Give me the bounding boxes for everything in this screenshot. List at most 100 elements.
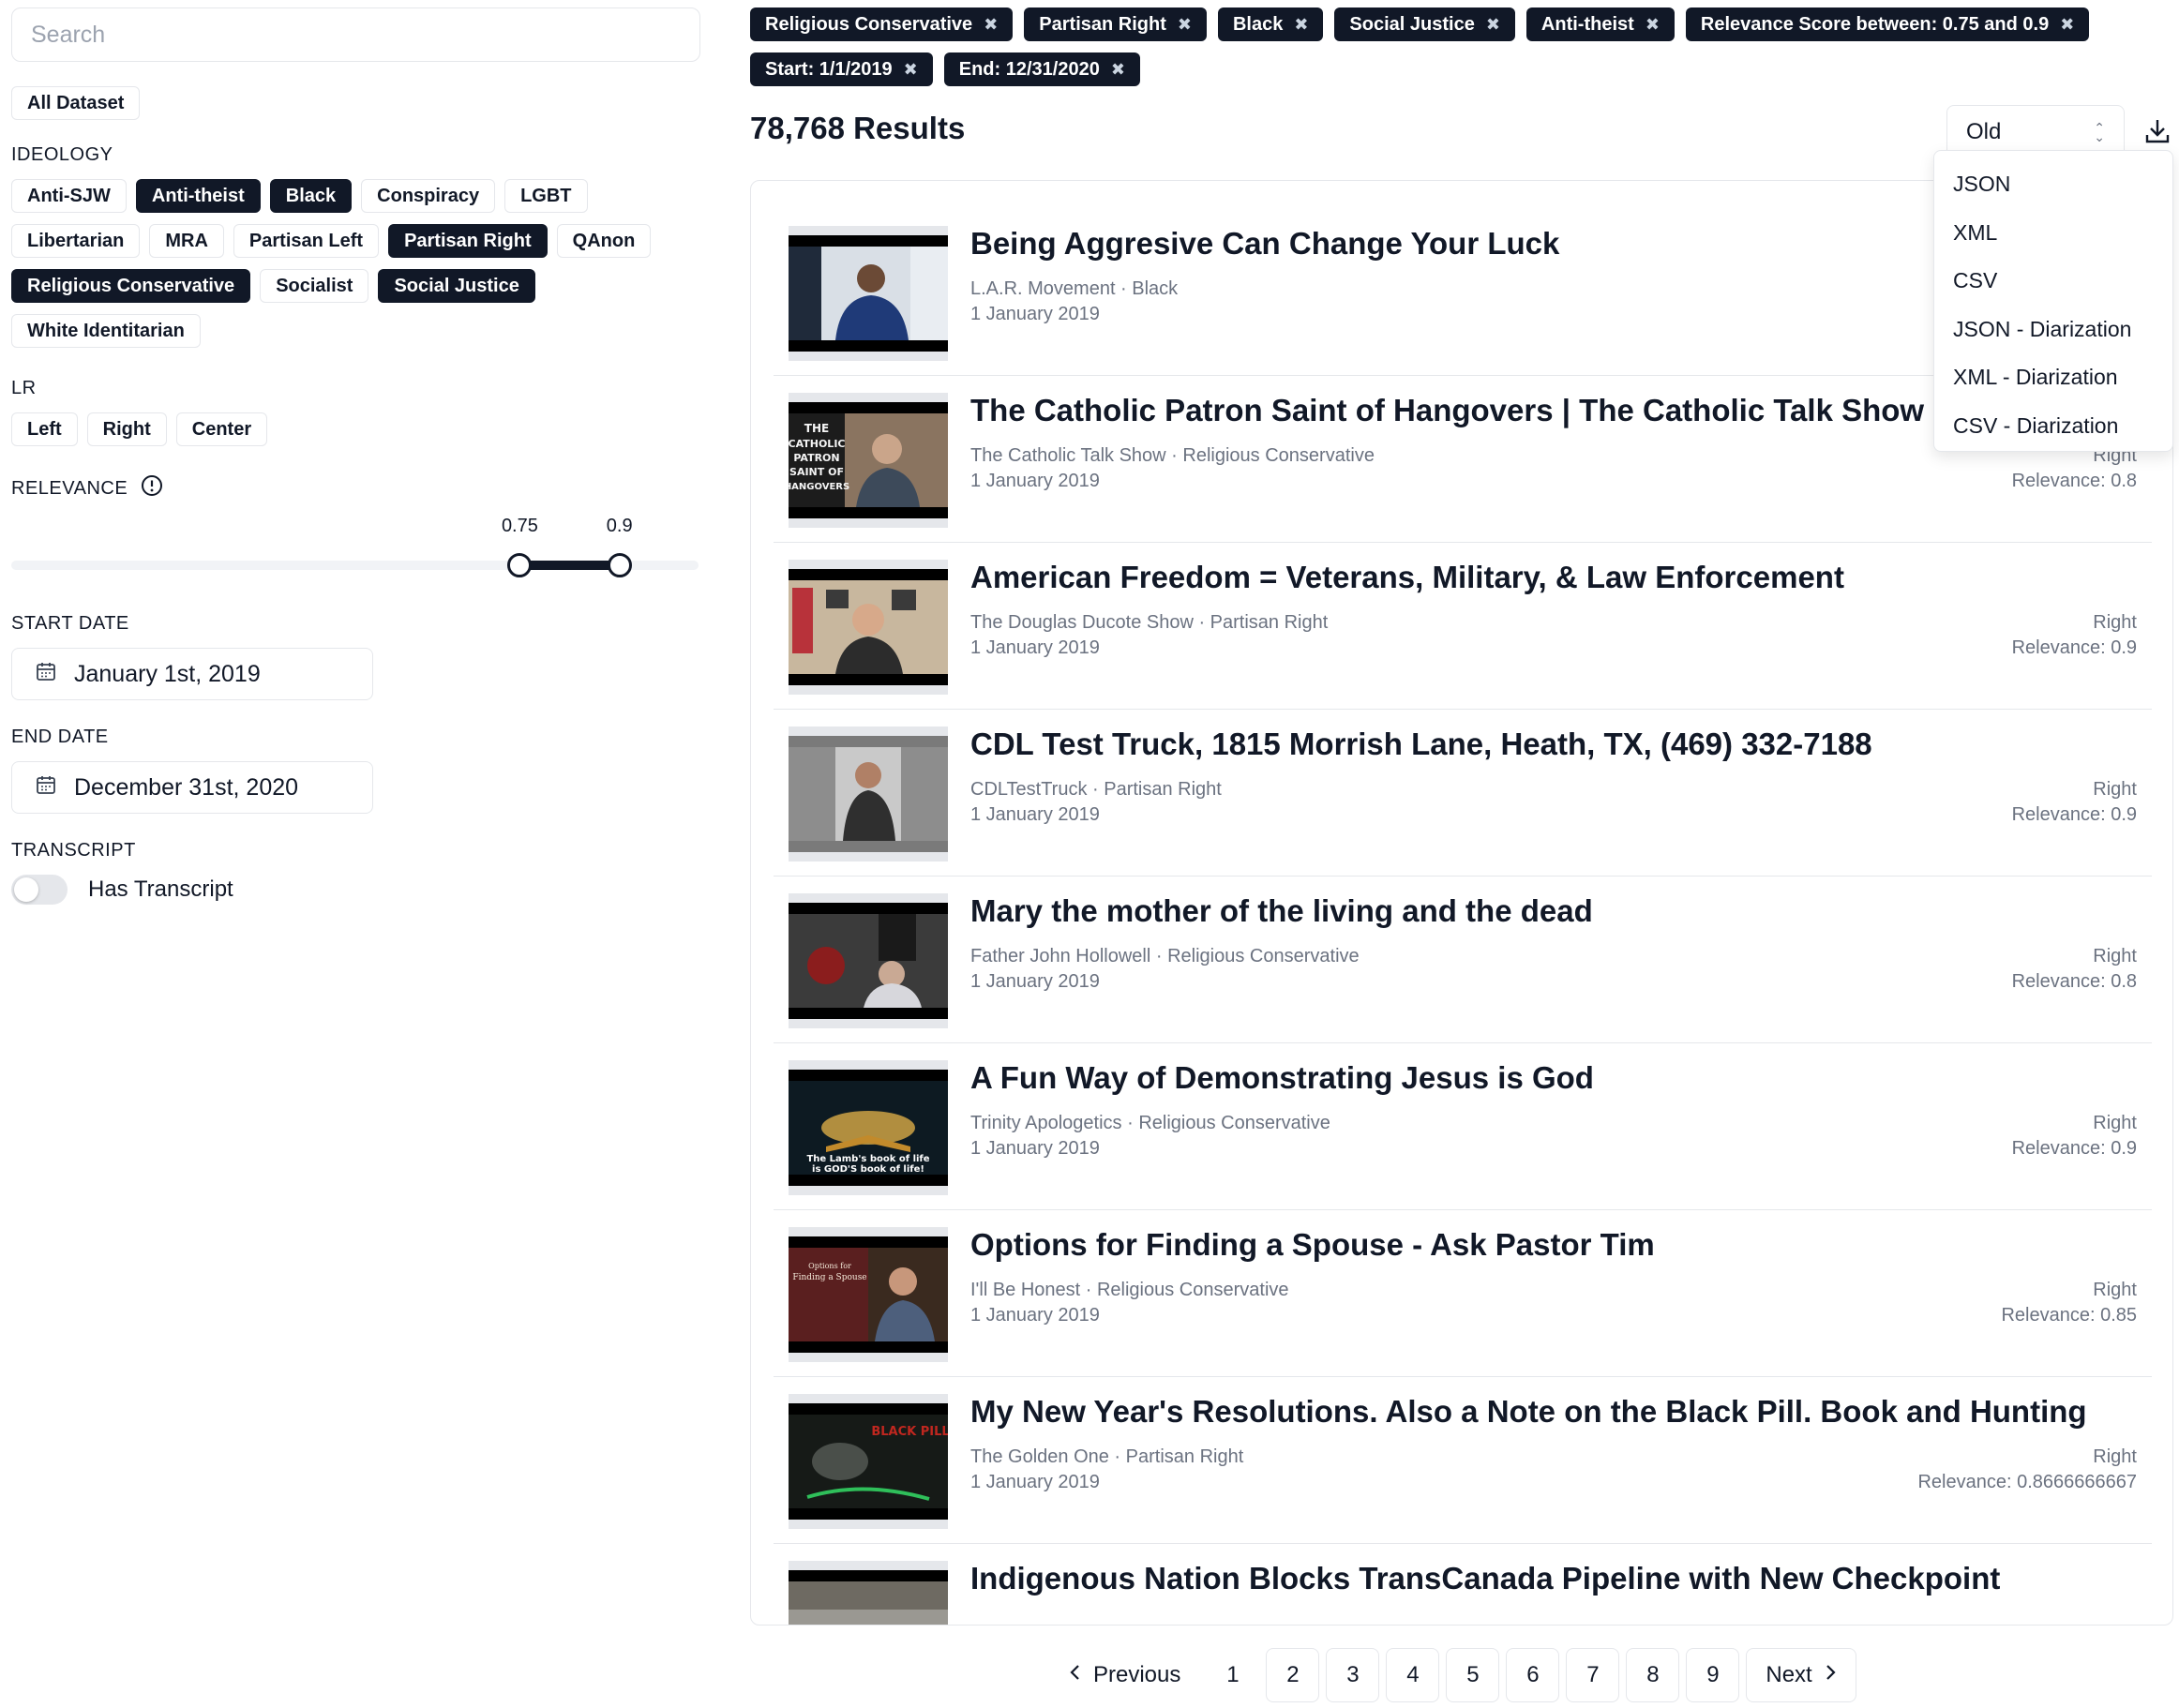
page-button-current[interactable]: 1 bbox=[1206, 1648, 1259, 1702]
page-button[interactable]: 4 bbox=[1386, 1648, 1440, 1702]
transcript-toggle-row: Has Transcript bbox=[11, 875, 700, 905]
page-button[interactable]: 8 bbox=[1626, 1648, 1680, 1702]
ideology-chip[interactable]: Libertarian bbox=[11, 224, 141, 258]
ideology-chip[interactable]: Conspiracy bbox=[361, 179, 496, 213]
search-input[interactable]: Search bbox=[11, 7, 700, 62]
video-thumbnail[interactable] bbox=[789, 226, 948, 361]
result-title[interactable]: Options for Finding a Spouse - Ask Pasto… bbox=[970, 1227, 1655, 1263]
menu-item-xml[interactable]: XML bbox=[1934, 209, 2172, 258]
result-title[interactable]: Being Aggresive Can Change Your Luck bbox=[970, 226, 1559, 262]
transcript-label: TRANSCRIPT bbox=[11, 840, 136, 861]
ideology-chip[interactable]: MRA bbox=[149, 224, 224, 258]
result-item[interactable]: Mary the mother of the living and the de… bbox=[774, 876, 2152, 1043]
menu-item-csv-diarization[interactable]: CSV - Diarization bbox=[1934, 402, 2172, 451]
result-title[interactable]: Mary the mother of the living and the de… bbox=[970, 893, 1593, 929]
ideology-chip[interactable]: Black bbox=[269, 179, 353, 213]
chevron-right-icon bbox=[1824, 1662, 1837, 1688]
close-icon[interactable]: ✖ bbox=[984, 15, 998, 35]
result-item[interactable]: Indigenous Nation Blocks TransCanada Pip… bbox=[774, 1544, 2152, 1625]
next-page-button[interactable]: Next bbox=[1746, 1648, 1856, 1702]
video-thumbnail[interactable]: THE CATHOLIC PATRON SAINT OF HANGOVERS bbox=[789, 393, 948, 528]
result-title[interactable]: American Freedom = Veterans, Military, &… bbox=[970, 560, 1844, 595]
ideology-chip[interactable]: LGBT bbox=[504, 179, 588, 213]
active-filter-chip[interactable]: Black ✖ bbox=[1217, 7, 1324, 41]
close-icon[interactable]: ✖ bbox=[1111, 60, 1125, 80]
page-button[interactable]: 2 bbox=[1266, 1648, 1320, 1702]
result-title[interactable]: A Fun Way of Demonstrating Jesus is God bbox=[970, 1060, 1594, 1096]
ideology-chip[interactable]: Anti-SJW bbox=[11, 179, 127, 213]
page-button[interactable]: 5 bbox=[1446, 1648, 1500, 1702]
result-item[interactable]: American Freedom = Veterans, Military, &… bbox=[774, 543, 2152, 710]
lr-chip-left[interactable]: Left bbox=[11, 412, 78, 446]
lr-chip-center[interactable]: Center bbox=[175, 412, 268, 446]
menu-item-xml-diarization[interactable]: XML - Diarization bbox=[1934, 353, 2172, 402]
info-icon[interactable] bbox=[141, 474, 163, 502]
filter-chip-label: End: 12/31/2020 bbox=[958, 58, 1100, 80]
page-button[interactable]: 9 bbox=[1686, 1648, 1740, 1702]
result-title[interactable]: Indigenous Nation Blocks TransCanada Pip… bbox=[970, 1561, 2000, 1596]
result-title[interactable]: CDL Test Truck, 1815 Morrish Lane, Heath… bbox=[970, 727, 1872, 762]
previous-page-button[interactable]: Previous bbox=[1050, 1648, 1199, 1702]
result-channel-category: Trinity Apologetics · Religious Conserva… bbox=[970, 1113, 1330, 1133]
video-thumbnail[interactable]: BLACK PILL bbox=[789, 1394, 948, 1529]
menu-item-json-diarization[interactable]: JSON - Diarization bbox=[1934, 306, 2172, 354]
relevance-max-value: 0.9 bbox=[606, 516, 633, 536]
active-filter-chip[interactable]: Start: 1/1/2019 ✖ bbox=[750, 52, 933, 86]
ideology-chip[interactable]: QAnon bbox=[556, 224, 652, 258]
relevance-slider[interactable]: 0.75 0.9 bbox=[11, 516, 700, 602]
end-date-picker[interactable]: December 31st, 2020 bbox=[11, 761, 373, 814]
has-transcript-toggle[interactable] bbox=[11, 875, 68, 905]
result-item[interactable]: BLACK PILL My New Year's Resolutions. Al… bbox=[774, 1377, 2152, 1544]
ideology-chip[interactable]: Partisan Right bbox=[388, 224, 548, 258]
close-icon[interactable]: ✖ bbox=[1486, 15, 1500, 35]
menu-item-json[interactable]: JSON bbox=[1934, 160, 2172, 209]
video-thumbnail[interactable]: Options for Finding a Spouse bbox=[789, 1227, 948, 1362]
all-dataset-chip[interactable]: All Dataset bbox=[11, 86, 141, 120]
video-thumbnail[interactable]: The Lamb's book of life is GOD'S book of … bbox=[789, 1060, 948, 1195]
ideology-chip[interactable]: White Identitarian bbox=[11, 314, 201, 348]
video-thumbnail[interactable] bbox=[789, 1561, 948, 1625]
lr-chip-right[interactable]: Right bbox=[86, 412, 167, 446]
active-filter-chip[interactable]: Relevance Score between: 0.75 and 0.9 ✖ bbox=[1685, 7, 2090, 41]
page-button[interactable]: 3 bbox=[1326, 1648, 1380, 1702]
ideology-chip[interactable]: Anti-theist bbox=[135, 179, 261, 213]
slider-thumb-max[interactable] bbox=[607, 553, 632, 577]
ideology-chip[interactable]: Religious Conservative bbox=[11, 269, 251, 303]
page-button[interactable]: 7 bbox=[1566, 1648, 1620, 1702]
result-title[interactable]: The Catholic Patron Saint of Hangovers |… bbox=[970, 393, 1924, 428]
video-thumbnail[interactable] bbox=[789, 727, 948, 861]
video-thumbnail[interactable] bbox=[789, 893, 948, 1028]
ideology-chip[interactable]: Social Justice bbox=[378, 269, 535, 303]
close-icon[interactable]: ✖ bbox=[1294, 15, 1308, 35]
close-icon[interactable]: ✖ bbox=[1178, 15, 1192, 35]
menu-item-csv[interactable]: CSV bbox=[1934, 257, 2172, 306]
slider-thumb-min[interactable] bbox=[507, 553, 533, 577]
active-filter-chip[interactable]: Religious Conservative ✖ bbox=[750, 7, 1014, 41]
active-filter-chip[interactable]: Anti-theist ✖ bbox=[1525, 7, 1675, 41]
result-item[interactable]: Options for Finding a Spouse Options for … bbox=[774, 1210, 2152, 1377]
active-filter-chip[interactable]: Partisan Right ✖ bbox=[1024, 7, 1207, 41]
result-date: 1 January 2019 bbox=[970, 304, 1100, 324]
video-thumbnail[interactable] bbox=[789, 560, 948, 695]
result-date: 1 January 2019 bbox=[970, 1138, 1100, 1159]
result-lr: Right bbox=[2093, 1446, 2137, 1467]
ideology-chip[interactable]: Socialist bbox=[260, 269, 369, 303]
thumbnail-caption: The Lamb's book of life bbox=[806, 1154, 929, 1164]
close-icon[interactable]: ✖ bbox=[2060, 15, 2074, 35]
lr-label: LR bbox=[11, 378, 37, 398]
svg-text:Finding a Spouse: Finding a Spouse bbox=[792, 1273, 866, 1282]
active-filter-chip[interactable]: End: 12/31/2020 ✖ bbox=[943, 52, 1140, 86]
download-format-menu: JSON XML CSV JSON - Diarization XML - Di… bbox=[1933, 150, 2173, 452]
result-item[interactable]: The Lamb's book of life is GOD'S book of … bbox=[774, 1043, 2152, 1210]
close-icon[interactable]: ✖ bbox=[1646, 15, 1660, 35]
active-filter-chip[interactable]: Social Justice ✖ bbox=[1334, 7, 1515, 41]
filter-chip-label: Social Justice bbox=[1349, 13, 1475, 35]
result-title[interactable]: My New Year's Resolutions. Also a Note o… bbox=[970, 1394, 2087, 1430]
download-icon[interactable] bbox=[2143, 116, 2171, 146]
start-date-picker[interactable]: January 1st, 2019 bbox=[11, 648, 373, 700]
close-icon[interactable]: ✖ bbox=[904, 60, 918, 80]
result-item[interactable]: CDL Test Truck, 1815 Morrish Lane, Heath… bbox=[774, 710, 2152, 876]
page-button[interactable]: 6 bbox=[1506, 1648, 1560, 1702]
result-relevance: Relevance: 0.85 bbox=[2001, 1305, 2137, 1326]
ideology-chip[interactable]: Partisan Left bbox=[233, 224, 380, 258]
